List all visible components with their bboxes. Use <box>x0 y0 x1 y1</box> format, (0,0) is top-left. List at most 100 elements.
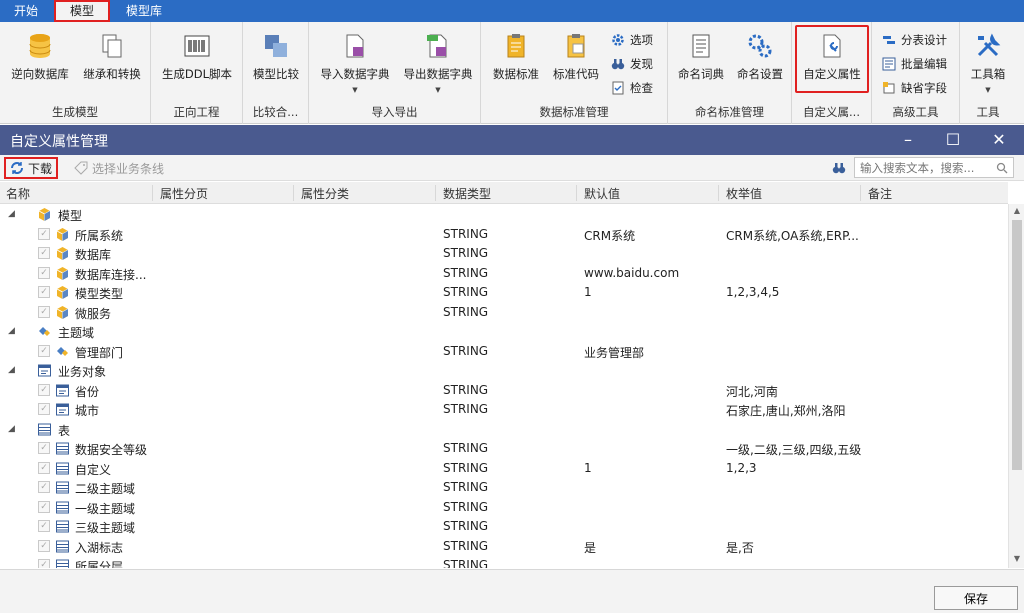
data-standard-button[interactable]: 数据标准 <box>487 28 545 104</box>
row-checkbox[interactable]: ✓ <box>38 383 50 396</box>
discover-button[interactable]: 发现 <box>611 54 653 74</box>
reverse-database-button[interactable]: 逆向数据库 <box>6 28 74 104</box>
standard-code-button[interactable]: 标准代码 <box>547 28 605 104</box>
options-button[interactable]: 选项 <box>611 30 653 50</box>
scroll-up-icon[interactable]: ▲ <box>1012 206 1022 218</box>
collapse-toggle-icon[interactable]: ◢ <box>8 209 18 219</box>
row-data-type: STRING <box>443 519 489 533</box>
column-name[interactable]: 名称 <box>6 185 30 202</box>
row-checkbox[interactable]: ✓ <box>38 403 50 415</box>
tab-model[interactable]: 模型 <box>54 0 111 22</box>
refresh-icon <box>11 162 23 174</box>
tree-group-row[interactable]: ◢ 模型 <box>0 205 1008 225</box>
collapse-toggle-icon[interactable]: ◢ <box>8 326 18 336</box>
maximize-icon[interactable]: ☐ <box>942 129 964 151</box>
column-data-type[interactable]: 数据类型 <box>443 185 491 202</box>
tree-group-row[interactable]: ◢ 业务对象 <box>0 361 1008 381</box>
row-checkbox[interactable]: ✓ <box>38 461 50 474</box>
row-name: 所属系统 <box>75 228 124 243</box>
search-input[interactable] <box>854 157 1014 178</box>
collapse-toggle-icon[interactable]: ◢ <box>8 365 18 375</box>
cube-icon <box>55 266 70 281</box>
table-icon <box>55 441 70 456</box>
table-row[interactable]: ✓ 管理部门 STRING 业务管理部 <box>0 342 1008 362</box>
group-compare: 模型比较 比较合... <box>243 22 309 124</box>
split-table-button[interactable]: 分表设计 <box>882 30 947 50</box>
row-checkbox[interactable]: ✓ <box>38 227 50 240</box>
table-row[interactable]: ✓ 数据库连接... STRING www.baidu.com <box>0 264 1008 284</box>
row-checkbox[interactable]: ✓ <box>38 344 50 357</box>
row-name: 自定义 <box>75 462 112 477</box>
inherit-convert-button[interactable]: 继承和转换 <box>78 28 146 104</box>
tree-group-row[interactable]: ◢ 主题域 <box>0 322 1008 342</box>
row-name: 二级主题域 <box>75 482 136 496</box>
table-row[interactable]: ✓ 一级主题域 STRING <box>0 498 1008 518</box>
save-button[interactable]: 保存 <box>934 586 1018 610</box>
check-button[interactable]: 检查 <box>611 78 653 98</box>
row-data-type: STRING <box>443 538 489 553</box>
import-dictionary-button[interactable]: 导入数据字典 ▼ <box>315 28 395 104</box>
table-row[interactable]: ✓ 城市 STRING 石家庄,唐山,郑州,洛阳 <box>0 400 1008 420</box>
table-row[interactable]: ✓ 自定义 STRING 1 1,2,3 <box>0 459 1008 479</box>
tab-model-library[interactable]: 模型库 <box>112 0 176 22</box>
download-button[interactable]: 下载 <box>4 157 59 179</box>
collapse-toggle-icon[interactable]: ◢ <box>8 424 18 434</box>
row-name: 管理部门 <box>75 345 124 360</box>
row-checkbox[interactable]: ✓ <box>38 481 50 493</box>
row-checkbox[interactable]: ✓ <box>38 442 50 454</box>
row-checkbox[interactable]: ✓ <box>38 266 50 279</box>
table-row[interactable]: ✓ 省份 STRING 河北,河南 <box>0 381 1008 401</box>
tag-icon <box>74 161 88 175</box>
table-row[interactable]: ✓ 模型类型 STRING 1 1,2,3,4,5 <box>0 283 1008 303</box>
table-row[interactable]: ✓ 微服务 STRING <box>0 303 1008 323</box>
row-checkbox[interactable]: ✓ <box>38 559 50 568</box>
row-checkbox[interactable]: ✓ <box>38 247 50 259</box>
column-enum-values[interactable]: 枚举值 <box>726 185 762 202</box>
row-name: 表 <box>58 423 71 438</box>
table-row[interactable]: ✓ 三级主题域 STRING <box>0 517 1008 537</box>
default-field-button[interactable]: 缺省字段 <box>882 78 947 98</box>
column-property-page[interactable]: 属性分页 <box>160 185 208 202</box>
row-checkbox[interactable]: ✓ <box>38 500 50 513</box>
select-business-line-button[interactable]: 选择业务条线 <box>70 157 168 179</box>
column-remarks[interactable]: 备注 <box>868 185 892 202</box>
search-icon[interactable] <box>996 162 1008 174</box>
table-row[interactable]: ✓ 所属分层 STRING <box>0 556 1008 568</box>
table-row[interactable]: ✓ 入湖标志 STRING 是 是,否 <box>0 537 1008 557</box>
table-row[interactable]: ✓ 所属系统 STRING CRM系统 CRM系统,OA系统,ERP... <box>0 225 1008 245</box>
tab-start[interactable]: 开始 <box>0 0 52 22</box>
table-row[interactable]: ✓ 数据库 STRING <box>0 244 1008 264</box>
batch-edit-button[interactable]: 批量编辑 <box>882 54 947 74</box>
naming-settings-button[interactable]: 命名设置 <box>730 28 790 104</box>
group-data-standard: 数据标准 标准代码 选项 发现 检查 数据标准管理 <box>481 22 668 124</box>
group-generate-model: 逆向数据库 继承和转换 生成模型 <box>0 22 151 124</box>
row-checkbox[interactable]: ✓ <box>38 305 50 318</box>
table-row[interactable]: ✓ 数据安全等级 STRING 一级,二级,三级,四级,五级 <box>0 439 1008 459</box>
toolbox-button[interactable]: 工具箱 ▼ <box>962 28 1014 104</box>
custom-property-button[interactable]: 自定义属性 <box>798 28 866 104</box>
export-dictionary-button[interactable]: 导出数据字典 ▼ <box>397 28 479 104</box>
naming-dictionary-button[interactable]: 命名词典 <box>672 28 730 104</box>
generate-ddl-button[interactable]: 生成DDL脚本 <box>159 28 235 104</box>
column-property-category[interactable]: 属性分类 <box>301 185 349 202</box>
table-row[interactable]: ✓ 二级主题域 STRING <box>0 478 1008 498</box>
clipboard-icon <box>507 34 525 58</box>
tree-group-row[interactable]: ◢ 表 <box>0 420 1008 440</box>
row-checkbox[interactable]: ✓ <box>38 520 50 532</box>
dropdown-caret-icon: ▼ <box>435 86 441 94</box>
row-data-type: STRING <box>443 382 489 397</box>
scrollbar-thumb[interactable] <box>1012 220 1022 470</box>
minimize-icon[interactable]: – <box>897 129 919 151</box>
row-checkbox[interactable]: ✓ <box>38 539 50 552</box>
row-default-value: 是 <box>584 540 597 555</box>
model-compare-button[interactable]: 模型比较 <box>247 28 305 104</box>
row-name: 数据库 <box>75 248 112 262</box>
group-advanced-tools: 分表设计 批量编辑 缺省字段 高级工具 <box>872 22 960 124</box>
row-checkbox[interactable]: ✓ <box>38 286 50 298</box>
close-icon[interactable]: ✕ <box>988 129 1010 151</box>
scroll-down-icon[interactable]: ▼ <box>1012 554 1022 566</box>
property-tree: ◢ 模型 ✓ 所属系统 STRING CRM系统 CRM系统,OA系统,ERP... ✓ 数据库… <box>0 204 1008 568</box>
row-name: 省份 <box>75 384 100 399</box>
vertical-scrollbar[interactable]: ▲ ▼ <box>1008 204 1024 568</box>
column-default-value[interactable]: 默认值 <box>584 185 620 202</box>
